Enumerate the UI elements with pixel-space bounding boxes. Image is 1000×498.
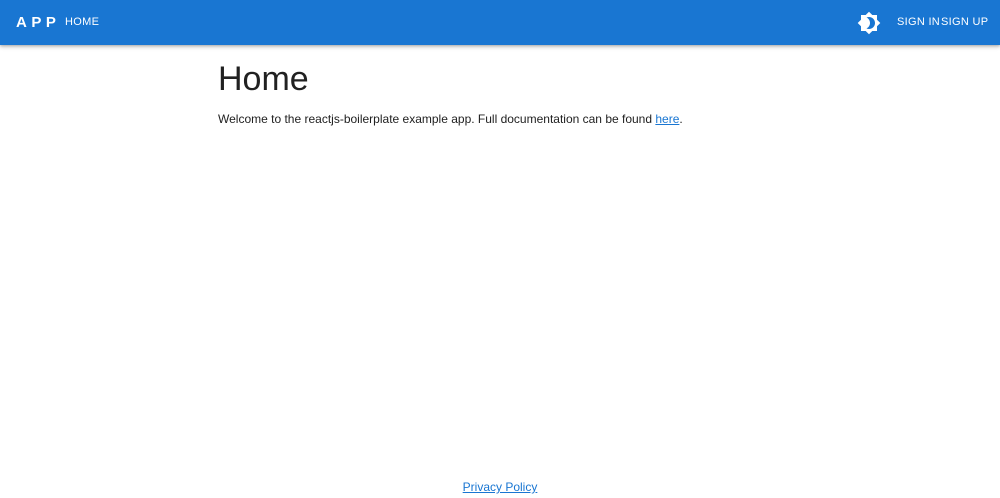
sign-up-button[interactable]: SIGN UP: [941, 16, 988, 29]
intro-suffix: .: [679, 112, 683, 126]
main-content: Home Welcome to the reactjs-boilerplate …: [218, 58, 782, 128]
app-bar: APP HOME SIGN IN SIGN UP: [0, 0, 1000, 45]
footer: Privacy Policy: [0, 478, 1000, 496]
privacy-policy-link[interactable]: Privacy Policy: [463, 480, 538, 494]
nav-home-link[interactable]: HOME: [65, 16, 99, 29]
intro-text: Welcome to the reactjs-boilerplate examp…: [218, 112, 656, 126]
brand-logo[interactable]: APP: [16, 14, 60, 31]
brightness-icon: [857, 11, 881, 35]
sign-in-button[interactable]: SIGN IN: [897, 16, 940, 29]
page-title: Home: [218, 60, 309, 98]
intro-paragraph: Welcome to the reactjs-boilerplate examp…: [218, 110, 782, 128]
documentation-link[interactable]: here: [655, 112, 679, 126]
theme-toggle-button[interactable]: [857, 11, 881, 35]
